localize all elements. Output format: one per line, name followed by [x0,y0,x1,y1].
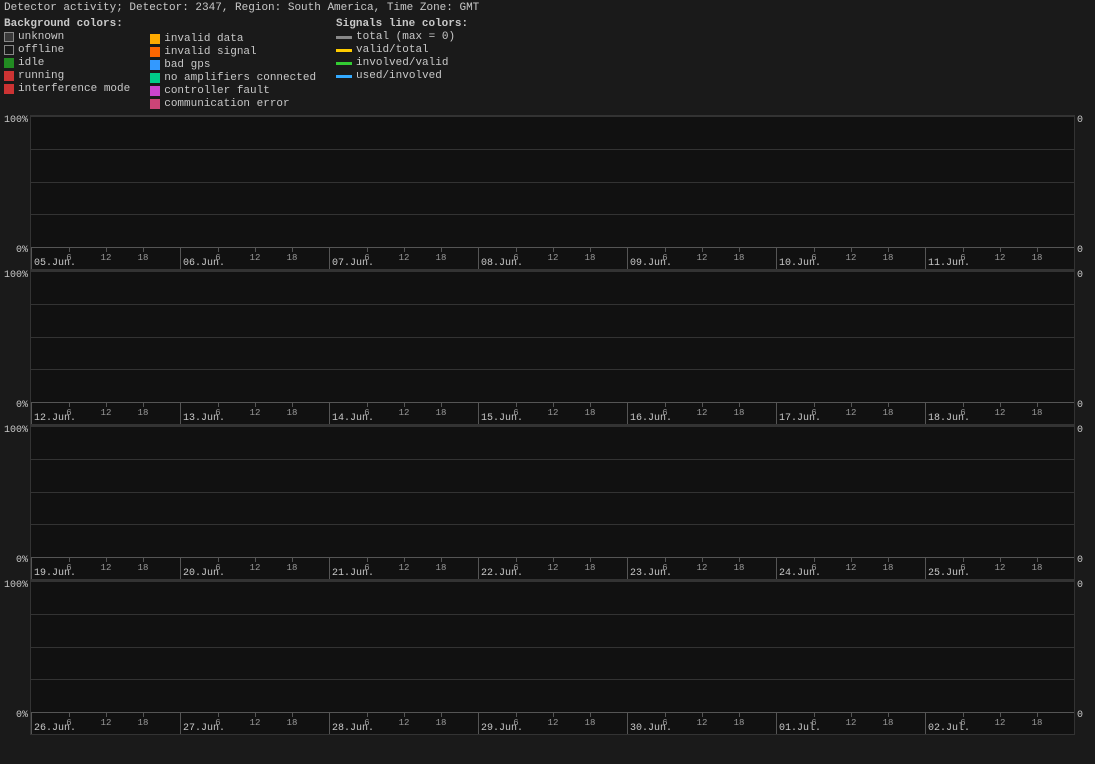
legend-offline: offline [4,44,130,56]
y-axis-left-3: 100%0% [0,580,30,735]
x-axis-0: 05.Jun.6121806.Jun.6121807.Jun.6121808.J… [31,247,1074,269]
x-day-2-3: 22.Jun.61218 [478,558,627,579]
legend-used-involved: used/involved [336,70,468,82]
chart-inner-3 [31,581,1074,712]
x-axis-3: 26.Jun.6121827.Jun.6121828.Jun.6121829.J… [31,712,1074,734]
chart-container-3: 100%0%26.Jun.6121827.Jun.6121828.Jun.612… [0,580,1095,735]
x-day-3-5: 01.Jul.61218 [776,713,925,734]
x-day-3-6: 02.Jul.61218 [925,713,1074,734]
x-day-3-1: 27.Jun.61218 [180,713,329,734]
x-day-0-4: 09.Jun.61218 [627,248,776,269]
interference-color [4,84,14,94]
x-axis-2: 19.Jun.6121820.Jun.6121821.Jun.6121822.J… [31,557,1074,579]
no-amp-color [150,73,160,83]
legend-running: running [4,70,130,82]
x-day-2-0: 19.Jun.61218 [31,558,180,579]
chart-container-1: 100%0%12.Jun.6121813.Jun.6121814.Jun.612… [0,270,1095,425]
legend-warning-spacer [150,18,316,32]
chart-area-2: 19.Jun.6121820.Jun.6121821.Jun.6121822.J… [30,425,1075,580]
legend-ctrl-fault: controller fault [150,85,316,97]
running-color [4,71,14,81]
x-day-1-0: 12.Jun.61218 [31,403,180,424]
header-title: Detector activity; Detector: 2347, Regio… [4,2,479,14]
valid-total-color [336,49,352,52]
x-day-0-1: 06.Jun.61218 [180,248,329,269]
invalid-data-color [150,34,160,44]
chart-section-3: 100%0%26.Jun.6121827.Jun.6121828.Jun.612… [0,580,1095,735]
legend-bad-gps: bad gps [150,59,316,71]
y-axis-right-3: 00 [1075,580,1095,735]
y-axis-right-2: 00 [1075,425,1095,580]
legend-invalid-signal: invalid signal [150,46,316,58]
x-day-0-5: 10.Jun.61218 [776,248,925,269]
x-day-3-2: 28.Jun.61218 [329,713,478,734]
x-day-2-1: 20.Jun.61218 [180,558,329,579]
charts-wrapper: 100%0%05.Jun.6121806.Jun.6121807.Jun.612… [0,115,1095,735]
legend-signals-title: Signals line colors: [336,18,468,30]
chart-section-2: 100%0%19.Jun.6121820.Jun.6121821.Jun.612… [0,425,1095,580]
offline-color [4,45,14,55]
x-day-3-0: 26.Jun.61218 [31,713,180,734]
legend-valid-total: valid/total [336,44,468,56]
legend-warning-col: invalid data invalid signal bad gps no a… [150,18,316,111]
x-day-3-4: 30.Jun.61218 [627,713,776,734]
chart-inner-0 [31,116,1074,247]
x-day-1-3: 15.Jun.61218 [478,403,627,424]
x-day-2-2: 21.Jun.61218 [329,558,478,579]
x-day-1-6: 18.Jun.61218 [925,403,1074,424]
legend-comm-error: communication error [150,98,316,110]
legend-total: total (max = 0) [336,31,468,43]
x-axis-1: 12.Jun.6121813.Jun.6121814.Jun.6121815.J… [31,402,1074,424]
x-day-0-0: 05.Jun.61218 [31,248,180,269]
total-line-color [336,36,352,39]
y-axis-right-0: 00 [1075,115,1095,270]
x-day-1-5: 17.Jun.61218 [776,403,925,424]
legend-invalid-data: invalid data [150,33,316,45]
y-axis-left-1: 100%0% [0,270,30,425]
chart-inner-2 [31,426,1074,557]
chart-area-1: 12.Jun.6121813.Jun.6121814.Jun.6121815.J… [30,270,1075,425]
bad-gps-color [150,60,160,70]
legend-bg-title: Background colors: [4,18,130,30]
x-day-2-6: 25.Jun.61218 [925,558,1074,579]
x-day-1-1: 13.Jun.61218 [180,403,329,424]
y-axis-right-1: 00 [1075,270,1095,425]
chart-container-0: 100%0%05.Jun.6121806.Jun.6121807.Jun.612… [0,115,1095,270]
chart-area-0: 05.Jun.6121806.Jun.6121807.Jun.6121808.J… [30,115,1075,270]
invalid-signal-color [150,47,160,57]
chart-container-2: 100%0%19.Jun.6121820.Jun.6121821.Jun.612… [0,425,1095,580]
x-day-0-2: 07.Jun.61218 [329,248,478,269]
legend-container: Background colors: unknown offline idle … [0,16,1095,115]
comm-error-color [150,99,160,109]
legend-interference: interference mode [4,83,130,95]
x-day-3-3: 29.Jun.61218 [478,713,627,734]
legend-unknown: unknown [4,31,130,43]
x-day-1-4: 16.Jun.61218 [627,403,776,424]
legend-bg-col: Background colors: unknown offline idle … [4,18,130,111]
y-axis-left-0: 100%0% [0,115,30,270]
legend-no-amp: no amplifiers connected [150,72,316,84]
involved-valid-color [336,62,352,65]
idle-color [4,58,14,68]
y-axis-left-2: 100%0% [0,425,30,580]
x-day-2-5: 24.Jun.61218 [776,558,925,579]
ctrl-fault-color [150,86,160,96]
chart-section-0: 100%0%05.Jun.6121806.Jun.6121807.Jun.612… [0,115,1095,270]
chart-section-1: 100%0%12.Jun.6121813.Jun.6121814.Jun.612… [0,270,1095,425]
legend-idle: idle [4,57,130,69]
used-involved-color [336,75,352,78]
chart-inner-1 [31,271,1074,402]
chart-area-3: 26.Jun.6121827.Jun.6121828.Jun.6121829.J… [30,580,1075,735]
x-day-2-4: 23.Jun.61218 [627,558,776,579]
x-day-0-6: 11.Jun.61218 [925,248,1074,269]
x-day-0-3: 08.Jun.61218 [478,248,627,269]
page-header: Detector activity; Detector: 2347, Regio… [0,0,1095,16]
x-day-1-2: 14.Jun.61218 [329,403,478,424]
legend-involved-valid: involved/valid [336,57,468,69]
legend-signals-col: Signals line colors: total (max = 0) val… [336,18,468,111]
unknown-color [4,32,14,42]
